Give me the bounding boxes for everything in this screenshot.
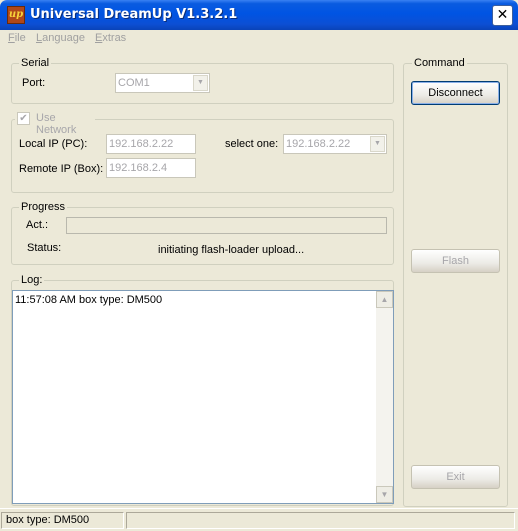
menu-bar: File Language Extras	[0, 30, 518, 48]
serial-group-label: Serial	[19, 57, 52, 69]
use-network-checkbox[interactable]: ✔	[17, 112, 30, 125]
menu-language[interactable]: Language	[36, 32, 85, 44]
act-label: Act.:	[26, 219, 49, 231]
status-label: Status:	[27, 242, 62, 254]
menu-file[interactable]: File	[8, 32, 26, 44]
flash-button[interactable]: Flash	[411, 249, 500, 273]
status-pane-secondary	[126, 512, 515, 529]
port-label: Port:	[22, 77, 46, 89]
app-icon: up	[7, 6, 25, 24]
exit-button[interactable]: Exit	[411, 465, 500, 489]
remote-ip-field[interactable]: 192.168.2.4	[106, 158, 196, 178]
use-network-label: Use Network	[36, 112, 77, 136]
close-button[interactable]: ✕	[492, 5, 513, 26]
port-select[interactable]: COM1 ▼	[115, 73, 210, 93]
scroll-up-icon[interactable]: ▲	[376, 291, 393, 308]
port-select-value: COM1	[118, 77, 150, 89]
progress-bar	[66, 217, 387, 234]
progress-group	[11, 207, 394, 265]
progress-group-label: Progress	[19, 201, 68, 213]
log-group-label: Log:	[19, 274, 45, 286]
chevron-down-icon[interactable]: ▼	[193, 75, 208, 91]
status-bar: box type: DM500	[0, 508, 518, 531]
local-ip-field[interactable]: 192.168.2.22	[106, 134, 196, 154]
window-title: Universal DreamUp V1.3.2.1	[30, 7, 238, 22]
log-line: 11:57:08 AM box type: DM500	[15, 294, 163, 306]
local-ip-label: Local IP (PC):	[19, 138, 88, 150]
scroll-down-icon[interactable]: ▼	[376, 486, 393, 503]
ip-select[interactable]: 192.168.2.22 ▼	[283, 134, 387, 154]
menu-extras[interactable]: Extras	[95, 32, 126, 44]
status-pane-box-type: box type: DM500	[1, 512, 124, 529]
chevron-down-icon[interactable]: ▼	[370, 136, 385, 152]
log-box[interactable]: 11:57:08 AM box type: DM500 ▲ ▼	[12, 290, 394, 504]
use-network-toggle[interactable]: ✔ Use Network	[15, 112, 95, 136]
status-value: initiating flash-loader upload...	[158, 244, 305, 256]
disconnect-button[interactable]: Disconnect	[411, 81, 500, 105]
command-group-label: Command	[412, 57, 467, 69]
ip-select-value: 192.168.2.22	[286, 138, 351, 150]
title-bar: up Universal DreamUp V1.3.2.1 ✕	[0, 0, 518, 30]
select-one-label: select one:	[225, 138, 279, 150]
remote-ip-label: Remote IP (Box):	[19, 163, 104, 175]
command-group	[403, 63, 508, 507]
log-scrollbar[interactable]: ▲ ▼	[376, 291, 393, 503]
